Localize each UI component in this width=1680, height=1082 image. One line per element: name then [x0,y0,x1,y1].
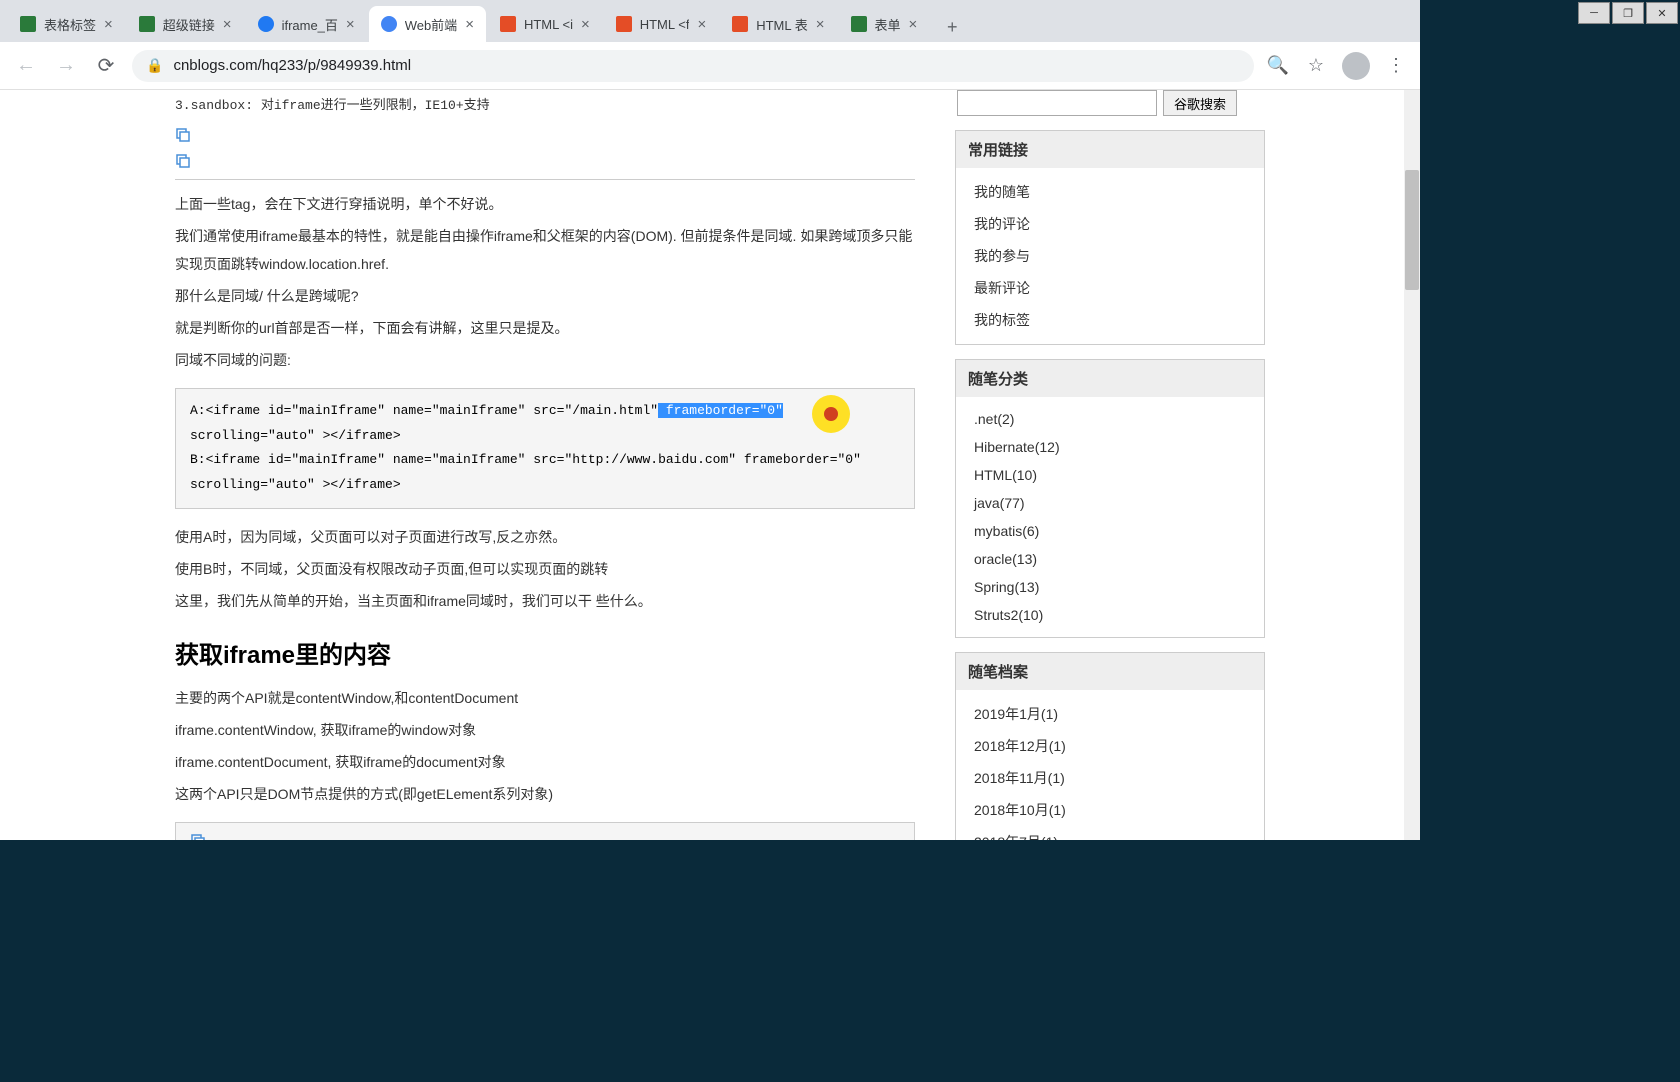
sidebar-link[interactable]: oracle(13) [956,545,1264,573]
favicon-icon [732,16,748,32]
tab-close-icon[interactable]: × [909,16,918,33]
profile-avatar[interactable] [1342,52,1370,80]
scrollbar-vertical[interactable] [1404,90,1420,840]
sidebar-section: 随笔分类 .net(2) Hibernate(12) HTML(10) java… [955,359,1265,638]
back-button[interactable]: ← [12,52,40,80]
sidebar-link[interactable]: 我的评论 [956,208,1264,240]
sidebar-link[interactable]: 2019年1月(1) [956,698,1264,730]
paragraph: 使用A时，因为同域，父页面可以对子页面进行改写,反之亦然。 [175,523,915,551]
favicon-icon [851,16,867,32]
favicon-icon [500,16,516,32]
search-input[interactable] [957,90,1157,116]
cursor-highlight-icon [812,395,850,433]
sidebar-link[interactable]: 2018年11月(1) [956,762,1264,794]
page-content: 3.sandbox: 对iframe进行一些列限制，IE10+支持 上面一些ta… [0,90,1420,840]
sidebar-link[interactable]: java(77) [956,489,1264,517]
tab-item[interactable]: HTML 表× [720,6,836,42]
sidebar-link[interactable]: 最新评论 [956,272,1264,304]
code-block[interactable]: A:<iframe id="mainIframe" name="mainIfra… [175,388,915,509]
favicon-icon [616,16,632,32]
paragraph: 使用B时，不同域，父页面没有权限改动子页面,但可以实现页面的跳转 [175,555,915,583]
favicon-icon [20,16,36,32]
code-block[interactable]: var iframe = document.getElementById("if… [175,822,915,840]
tab-close-icon[interactable]: × [465,16,474,33]
sidebar-link[interactable]: Spring(13) [956,573,1264,601]
paragraph: iframe.contentWindow, 获取iframe的window对象 [175,716,915,744]
sidebar-link[interactable]: .net(2) [956,405,1264,433]
sidebar-section: 常用链接 我的随笔 我的评论 我的参与 最新评论 我的标签 [955,130,1265,345]
paragraph: 那什么是同域/ 什么是跨域呢? [175,282,915,310]
address-bar: ← → ⟳ 🔒 cnblogs.com/hq233/p/9849939.html… [0,42,1420,90]
close-window-button[interactable]: ✕ [1646,2,1678,24]
tab-item-active[interactable]: Web前端× [369,6,486,42]
sidebar-section: 随笔档案 2019年1月(1) 2018年12月(1) 2018年11月(1) … [955,652,1265,840]
scrollbar-thumb[interactable] [1405,170,1419,290]
sidebar-link[interactable]: Hibernate(12) [956,433,1264,461]
tab-close-icon[interactable]: × [581,16,590,33]
menu-icon[interactable]: ⋮ [1384,54,1408,78]
tab-strip: 表格标签× 超级链接× iframe_百× Web前端× HTML <i× HT… [0,0,1420,42]
browser-window: 表格标签× 超级链接× iframe_百× Web前端× HTML <i× HT… [0,0,1420,840]
sidebar-title: 随笔分类 [956,360,1264,397]
copy-icon[interactable] [190,833,206,840]
tab-close-icon[interactable]: × [223,16,232,33]
tab-close-icon[interactable]: × [697,16,706,33]
paragraph: 这两个API只是DOM节点提供的方式(即getELement系列对象) [175,780,915,808]
search-button[interactable]: 谷歌搜索 [1163,90,1237,116]
favicon-icon [139,16,155,32]
zoom-icon[interactable]: 🔍 [1266,54,1290,78]
tab-item[interactable]: HTML <f× [604,6,719,42]
url-input[interactable]: 🔒 cnblogs.com/hq233/p/9849939.html [132,50,1254,82]
sidebar-title: 常用链接 [956,131,1264,168]
paragraph: 我们通常使用iframe最基本的特性，就是能自由操作iframe和父框架的内容(… [175,222,915,278]
sidebar-link[interactable]: 2018年7月(1) [956,826,1264,840]
lock-icon: 🔒 [146,57,163,74]
tab-close-icon[interactable]: × [816,16,825,33]
minimize-button[interactable]: ─ [1578,2,1610,24]
paragraph: 这里，我们先从简单的开始，当主页面和iframe同域时，我们可以干 些什么。 [175,587,915,615]
section-heading: 获取iframe里的内容 [175,635,915,670]
tab-item[interactable]: HTML <i× [488,6,602,42]
paragraph: 同域不同域的问题: [175,346,915,374]
sidebar-link[interactable]: 我的随笔 [956,176,1264,208]
sidebar-link[interactable]: mybatis(6) [956,517,1264,545]
reload-button[interactable]: ⟳ [92,52,120,80]
selected-text: frameborder="0" [658,403,783,418]
paragraph: 就是判断你的url首部是否一样，下面会有讲解，这里只是提及。 [175,314,915,342]
tab-item[interactable]: 超级链接× [127,6,244,42]
url-text: cnblogs.com/hq233/p/9849939.html [173,57,411,74]
maximize-button[interactable]: ❐ [1612,2,1644,24]
sidebar-link[interactable]: HTML(10) [956,461,1264,489]
sidebar-link[interactable]: 我的标签 [956,304,1264,336]
tab-close-icon[interactable]: × [104,16,113,33]
copy-icon[interactable] [175,127,191,143]
tab-close-icon[interactable]: × [346,16,355,33]
forward-button[interactable]: → [52,52,80,80]
sidebar-link[interactable]: 我的参与 [956,240,1264,272]
tab-item[interactable]: iframe_百× [246,6,367,42]
paragraph: 主要的两个API就是contentWindow,和contentDocument [175,684,915,712]
favicon-icon [258,16,274,32]
tab-item[interactable]: 表单× [839,6,930,42]
paragraph: 上面一些tag，会在下文进行穿插说明，单个不好说。 [175,190,915,218]
favicon-icon [381,16,397,32]
new-tab-button[interactable]: + [937,12,967,42]
sidebar-title: 随笔档案 [956,653,1264,690]
sidebar-link[interactable]: 2018年10月(1) [956,794,1264,826]
sidebar-link[interactable]: Struts2(10) [956,601,1264,629]
tab-item[interactable]: 表格标签× [8,6,125,42]
paragraph: iframe.contentDocument, 获取iframe的documen… [175,748,915,776]
sidebar-link[interactable]: 2018年12月(1) [956,730,1264,762]
code-text: 3.sandbox: 对iframe进行一些列限制，IE10+支持 [175,90,915,117]
copy-icon[interactable] [175,153,191,169]
bookmark-icon[interactable]: ☆ [1304,54,1328,78]
